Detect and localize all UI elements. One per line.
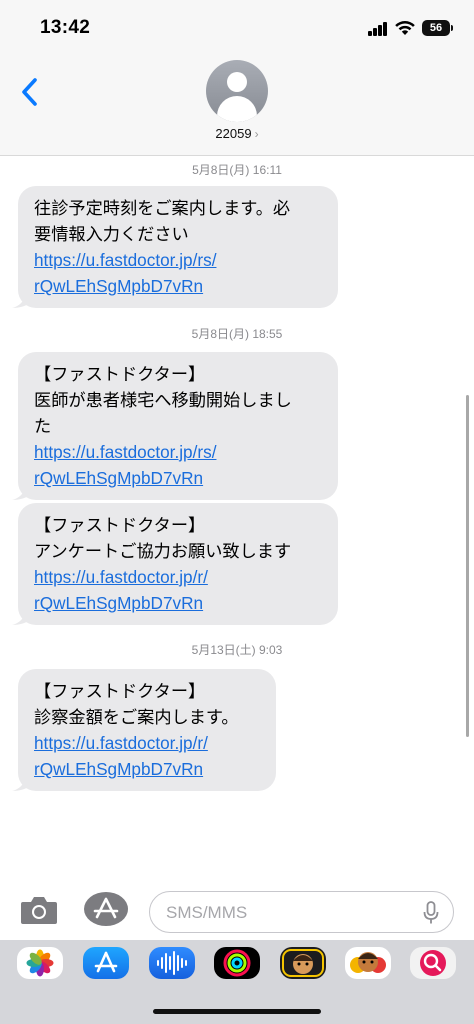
memoji-icon[interactable] <box>280 947 326 979</box>
status-bar: 13:42 56 <box>0 0 474 56</box>
scrollbar[interactable] <box>466 395 469 737</box>
app-store-glyph <box>93 897 119 919</box>
photos-glyph <box>26 949 54 977</box>
message-link[interactable]: https://u.fastdoctor.jp/rs/ <box>34 247 322 273</box>
message-input[interactable]: SMS/MMS <box>149 891 454 933</box>
camera-icon[interactable] <box>20 895 58 925</box>
avatar-shoulders <box>217 96 257 122</box>
message-thread[interactable]: 5月8日(月) 16:11 往診予定時刻をご案内します。必 要情報入力ください … <box>0 157 474 872</box>
app-store-icon[interactable] <box>83 947 129 979</box>
message-link[interactable]: rQwLEhSgMpbD7vRn <box>34 465 322 491</box>
timestamp-date: 5月8日(月) <box>191 327 249 341</box>
message-line: た <box>34 416 52 436</box>
battery-icon: 56 <box>422 20 450 36</box>
message-link[interactable]: rQwLEhSgMpbD7vRn <box>34 590 322 616</box>
wifi-icon <box>395 21 415 35</box>
audio-waveform-glyph <box>157 951 187 975</box>
contact-name-row[interactable]: 22059 › <box>0 126 474 141</box>
message-bubble[interactable]: 【ファストドクター】 アンケートご協力お願い致します https://u.fas… <box>12 503 338 625</box>
message-link[interactable]: https://u.fastdoctor.jp/r/ <box>34 730 260 756</box>
message-line: 要情報入力ください <box>34 224 189 244</box>
message-line: 医師が患者様宅へ移動開始しまし <box>34 390 292 410</box>
timestamp-date: 5月8日(月) <box>192 163 250 177</box>
memoji-face-glyph <box>282 949 324 977</box>
timestamp: 5月8日(月) 16:11 <box>0 161 474 178</box>
app-store-glyph <box>94 951 118 973</box>
message-bubble[interactable]: 往診予定時刻をご案内します。必 要情報入力ください https://u.fast… <box>12 186 338 308</box>
bubble-tail <box>12 290 32 308</box>
timestamp-time: 9:03 <box>259 643 283 657</box>
message-link[interactable]: https://u.fastdoctor.jp/rs/ <box>34 439 322 465</box>
home-indicator[interactable] <box>153 1009 321 1014</box>
web-search-glyph <box>420 950 446 976</box>
timestamp-time: 16:11 <box>252 163 282 177</box>
animoji-faces-glyph <box>350 952 386 973</box>
avatar-head <box>227 72 247 92</box>
timestamp-date: 5月13日(土) <box>191 643 256 657</box>
bubble-tail <box>12 773 32 791</box>
message-line: 【ファストドクター】 <box>34 364 206 384</box>
message-link[interactable]: rQwLEhSgMpbD7vRn <box>34 273 322 299</box>
audio-message-icon[interactable] <box>149 947 195 979</box>
activity-icon[interactable] <box>214 947 260 979</box>
chevron-left-icon[interactable] <box>16 74 44 110</box>
signal-icon <box>368 22 388 36</box>
bubble-tail <box>12 607 32 625</box>
message-bubble[interactable]: 【ファストドクター】 医師が患者様宅へ移動開始しまし た https://u.f… <box>12 352 338 500</box>
web-search-icon[interactable] <box>410 947 456 979</box>
message-link[interactable]: rQwLEhSgMpbD7vRn <box>34 756 260 782</box>
app-store-icon[interactable] <box>84 892 128 926</box>
status-time: 13:42 <box>40 17 91 38</box>
battery-cap <box>451 25 453 31</box>
message-line: アンケートご協力お願い致します <box>34 541 292 561</box>
compose-bar: SMS/MMS <box>0 880 474 940</box>
app-drawer <box>0 940 474 1024</box>
message-link[interactable]: https://u.fastdoctor.jp/r/ <box>34 564 322 590</box>
microphone-icon[interactable] <box>423 901 439 925</box>
timestamp-time: 18:55 <box>252 327 283 341</box>
conversation-header: 22059 › <box>0 56 474 156</box>
message-line: 診察金額をご案内します。 <box>34 707 239 727</box>
contact-name: 22059 <box>215 126 252 141</box>
animoji-icon[interactable] <box>345 947 391 979</box>
message-line: 【ファストドクター】 <box>34 681 206 701</box>
message-line: 往診予定時刻をご案内します。必 <box>34 198 291 218</box>
avatar[interactable] <box>206 60 268 122</box>
activity-rings-glyph <box>223 949 251 977</box>
photos-icon[interactable] <box>17 947 63 979</box>
timestamp: 5月13日(土) 9:03 <box>0 641 474 658</box>
message-input-placeholder: SMS/MMS <box>166 903 248 922</box>
chevron-right-icon: › <box>254 127 259 141</box>
bubble-tail <box>12 482 32 500</box>
timestamp: 5月8日(月) 18:55 <box>0 325 474 342</box>
message-line: 【ファストドクター】 <box>34 515 206 535</box>
message-bubble[interactable]: 【ファストドクター】 診察金額をご案内します。 https://u.fastdo… <box>12 669 276 791</box>
